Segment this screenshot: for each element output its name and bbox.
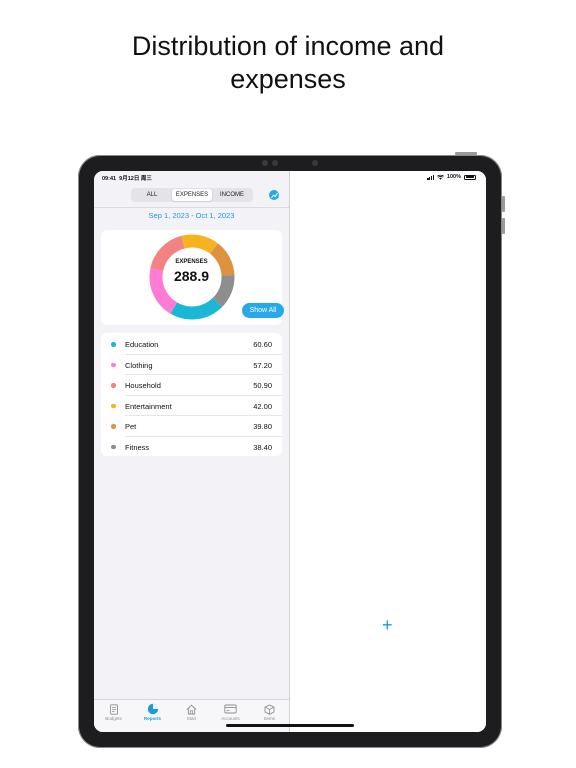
start-house-icon: [186, 704, 197, 714]
expenses-donut-card: EXPENSES 288.9 Show All: [101, 230, 284, 325]
category-color-dot: [111, 403, 116, 408]
battery-icon: [464, 174, 476, 180]
category-value: 42.00: [253, 401, 272, 411]
tab-label: Accounts: [221, 716, 240, 721]
category-value: 60.60: [253, 340, 272, 349]
category-name: Education: [125, 340, 159, 349]
category-name: Entertainment: [125, 401, 172, 411]
donut-center-label: EXPENSES: [175, 259, 208, 265]
segment-income[interactable]: INCOME: [212, 189, 252, 201]
detail-pane: 100% +: [290, 171, 486, 732]
battery-percent: 100%: [446, 174, 461, 180]
category-color-dot: [111, 342, 116, 347]
category-color-dot: [111, 362, 116, 367]
tab-items[interactable]: Items: [250, 703, 289, 721]
tab-label: Budgets: [105, 716, 122, 721]
cellular-signal-icon: [427, 175, 434, 180]
category-name: Fitness: [125, 442, 150, 452]
category-row-household[interactable]: Household 50.90: [101, 375, 282, 396]
camera-lens: [312, 160, 318, 166]
tab-label: Items: [263, 716, 275, 721]
show-all-button[interactable]: Show All: [242, 303, 284, 318]
donut-slice-education: [170, 297, 222, 320]
line-chart-icon: [270, 192, 278, 198]
marketing-headline: Distribution of income and expenses: [0, 30, 576, 96]
donut-center-total: 288.9: [173, 268, 210, 284]
tab-reports[interactable]: Reports: [133, 703, 172, 721]
category-value: 57.20: [253, 360, 272, 370]
category-name: Clothing: [125, 360, 153, 370]
sensor-dot: [262, 160, 268, 166]
header-divider: [94, 207, 289, 208]
tab-label: Reports: [143, 716, 161, 721]
home-indicator: [226, 724, 354, 727]
report-type-segmented-control: ALL EXPENSES INCOME: [131, 188, 253, 202]
category-list: Education 60.60 Clothing 57.20 Household…: [101, 333, 282, 456]
segment-all[interactable]: ALL: [132, 189, 172, 201]
items-box-icon: [264, 703, 275, 715]
tab-bar: Budgets Reports Start Accounts Items: [94, 699, 289, 732]
reports-sidebar: 09:41 9月12日 周三 ALL EXPENSES INCOME Sep 1…: [94, 171, 289, 732]
category-row-education[interactable]: Education 60.60: [101, 334, 282, 355]
chart-toggle-button[interactable]: [269, 190, 279, 200]
headline-line-1: Distribution of income and: [131, 31, 445, 61]
category-name: Household: [125, 381, 161, 390]
power-button: [455, 152, 477, 155]
category-color-dot: [111, 444, 116, 449]
category-value: 39.80: [253, 422, 272, 431]
category-value: 50.90: [253, 381, 272, 390]
sensor-dot: [272, 160, 278, 166]
volume-down-button: [502, 218, 505, 234]
tab-label: Start: [186, 716, 197, 721]
volume-up-button: [502, 196, 505, 212]
category-row-clothing[interactable]: Clothing 57.20: [101, 355, 282, 375]
category-value: 38.40: [253, 442, 272, 452]
reports-pie-icon: [147, 703, 158, 715]
status-time-date: 09:41 9月12日 周三: [102, 174, 152, 182]
status-indicators: 100%: [427, 174, 476, 180]
ipad-screen: 09:41 9月12日 周三 ALL EXPENSES INCOME Sep 1…: [94, 171, 486, 732]
status-time: 09:41: [102, 176, 117, 182]
wifi-icon: [436, 174, 444, 180]
date-range-button[interactable]: Sep 1, 2023 - Oct 1, 2023: [94, 211, 289, 220]
donut-slice-entertainment: [181, 234, 218, 254]
status-date: 9月12日 周三: [119, 176, 152, 182]
category-color-dot: [111, 383, 116, 388]
category-name: Pet: [125, 422, 137, 431]
headline-line-2: expenses: [230, 64, 346, 94]
segment-expenses[interactable]: EXPENSES: [172, 189, 212, 201]
category-color-dot: [111, 424, 116, 429]
tab-accounts[interactable]: Accounts: [211, 703, 250, 721]
budgets-icon: [109, 703, 118, 715]
tab-budgets[interactable]: Budgets: [94, 703, 133, 721]
category-row-entertainment[interactable]: Entertainment 42.00: [101, 396, 282, 416]
donut-slice-household: [150, 235, 185, 272]
category-row-pet[interactable]: Pet 39.80: [101, 416, 282, 437]
add-button[interactable]: +: [382, 616, 393, 634]
accounts-card-icon: [224, 704, 237, 714]
tab-start[interactable]: Start: [172, 703, 211, 721]
category-row-fitness[interactable]: Fitness 38.40: [101, 437, 282, 458]
